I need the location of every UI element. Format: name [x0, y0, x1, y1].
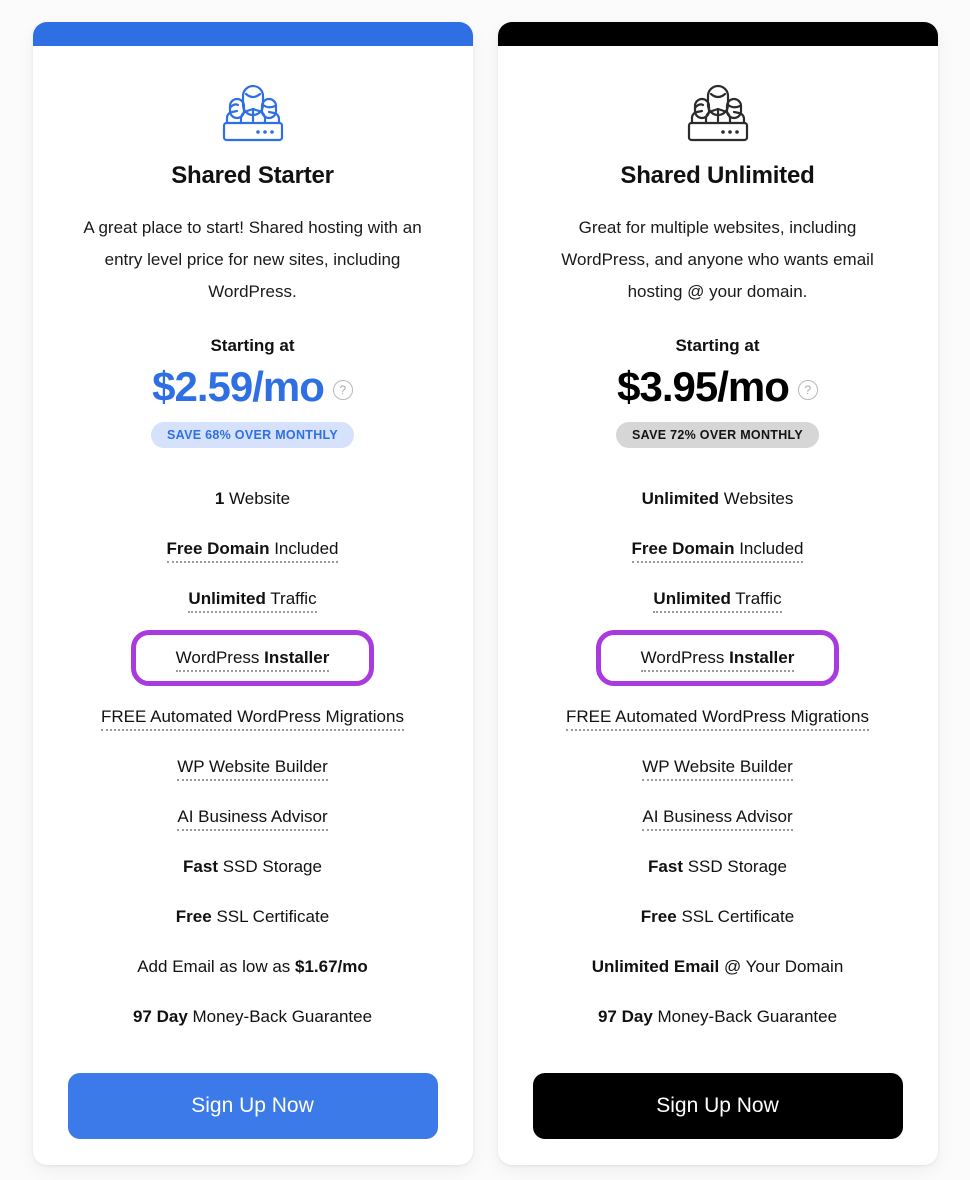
card-body: Shared Unlimited Great for multiple webs…	[498, 46, 938, 1165]
feature-row: Free SSL Certificate	[641, 892, 794, 942]
feature-row: Unlimited Traffic	[188, 574, 317, 624]
price-row: $2.59/mo ?	[152, 366, 353, 408]
feature-row: FREE Automated WordPress Migrations	[566, 692, 869, 742]
feature-row: Free Domain Included	[166, 524, 339, 574]
feature-list: 1 Website Free Domain Included Unlimited T…	[61, 474, 445, 1042]
feature-emphasis: Free	[175, 907, 212, 926]
plan-description: A great place to start! Shared hosting w…	[83, 218, 422, 301]
feature-emphasis: Fast	[183, 857, 218, 876]
feature-emphasis: Installer	[264, 648, 330, 667]
feature-text: SSL Certificate	[676, 907, 795, 926]
feature-emphasis: Free Domain	[631, 539, 735, 558]
feature-text: Included	[734, 539, 804, 558]
card-body: Shared Starter A great place to start! S…	[33, 46, 473, 1165]
feature-text: AI Business Advisor	[642, 807, 793, 826]
feature-lead: WordPress	[175, 648, 265, 667]
feature-underline: AI Business Advisor	[177, 807, 328, 831]
sign-up-button[interactable]: Sign Up Now	[67, 1073, 438, 1139]
plan-card-0: Shared Starter A great place to start! S…	[32, 22, 473, 1165]
card-accent-strip	[32, 22, 473, 46]
feature-text: SSD Storage	[218, 857, 322, 876]
feature-text: FREE Automated WordPress Migrations	[566, 707, 869, 726]
feature-row: 97 Day Money-Back Guarantee	[598, 992, 837, 1042]
feature-underline: Unlimited Traffic	[653, 589, 782, 613]
feature-row: Unlimited Traffic	[653, 574, 782, 624]
feature-emphasis: Free Domain	[166, 539, 270, 558]
feature-row-highlighted[interactable]: WordPress Installer	[130, 630, 375, 686]
pricing-cards-container: Shared Starter A great place to start! S…	[0, 0, 970, 1180]
feature-emphasis: Unlimited	[641, 489, 720, 508]
feature-text: @ Your Domain	[719, 957, 844, 976]
feature-underline: Free Domain Included	[166, 539, 339, 563]
feature-text: Website	[224, 489, 291, 508]
feature-row: AI Business Advisor	[177, 792, 328, 842]
feature-row: 97 Day Money-Back Guarantee	[133, 992, 372, 1042]
price-help-icon[interactable]: ?	[797, 380, 818, 400]
starting-at-label: Starting at	[675, 336, 760, 355]
feature-row: WP Website Builder	[177, 742, 328, 792]
feature-underline: AI Business Advisor	[642, 807, 793, 831]
plan-card-1: Shared Unlimited Great for multiple webs…	[497, 22, 938, 1165]
feature-text: FREE Automated WordPress Migrations	[101, 707, 404, 726]
feature-emphasis: Free	[640, 907, 677, 926]
feature-emphasis: 1	[214, 489, 225, 508]
feature-text: WP Website Builder	[177, 757, 328, 776]
feature-underline: WP Website Builder	[177, 757, 328, 781]
feature-text: Traffic	[265, 589, 317, 608]
feature-text: Traffic	[730, 589, 782, 608]
card-accent-strip	[497, 22, 938, 46]
savings-badge: SAVE 72% OVER MONTHLY	[616, 422, 819, 448]
team-panel-icon	[216, 80, 290, 144]
feature-emphasis: Unlimited Email	[591, 957, 720, 976]
savings-badge: SAVE 68% OVER MONTHLY	[151, 422, 354, 448]
feature-emphasis: Unlimited	[188, 589, 266, 608]
starting-at-label: Starting at	[210, 336, 295, 355]
feature-emphasis: 97 Day	[597, 1007, 653, 1026]
price-help-icon[interactable]: ?	[332, 380, 353, 400]
price-amount: $3.95/mo	[617, 363, 790, 410]
feature-row: Free SSL Certificate	[176, 892, 329, 942]
feature-emphasis: 97 Day	[132, 1007, 188, 1026]
feature-row: Free Domain Included	[631, 524, 804, 574]
feature-text: SSD Storage	[683, 857, 787, 876]
feature-underline: Unlimited Traffic	[188, 589, 317, 613]
feature-text: Money-Back Guarantee	[187, 1007, 373, 1026]
feature-row: WP Website Builder	[642, 742, 793, 792]
team-panel-icon	[681, 80, 755, 144]
feature-emphasis: Installer	[729, 648, 795, 667]
plan-title: Shared Unlimited	[620, 162, 815, 189]
price-amount: $2.59/mo	[152, 363, 325, 410]
feature-emphasis: Unlimited	[653, 589, 731, 608]
sign-up-button[interactable]: Sign Up Now	[532, 1073, 903, 1139]
feature-underline: FREE Automated WordPress Migrations	[101, 707, 404, 731]
feature-text: Websites	[719, 489, 794, 508]
feature-row: Add Email as low as $1.67/mo	[137, 942, 368, 992]
feature-text: Money-Back Guarantee	[652, 1007, 838, 1026]
feature-underline: WordPress Installer	[640, 648, 795, 672]
feature-emphasis: $1.67/mo	[295, 957, 368, 976]
feature-row-highlighted[interactable]: WordPress Installer	[595, 630, 840, 686]
feature-text: WP Website Builder	[642, 757, 793, 776]
feature-underline: Free Domain Included	[631, 539, 804, 563]
feature-lead: WordPress	[640, 648, 730, 667]
feature-underline: WP Website Builder	[642, 757, 793, 781]
price-row: $3.95/mo ?	[617, 366, 818, 408]
feature-emphasis: Fast	[648, 857, 683, 876]
plan-title: Shared Starter	[171, 162, 334, 189]
feature-text: SSL Certificate	[211, 907, 330, 926]
feature-row: Unlimited Websites	[642, 474, 794, 524]
feature-row: Unlimited Email @ Your Domain	[592, 942, 844, 992]
feature-row: Fast SSD Storage	[648, 842, 787, 892]
plan-description: Great for multiple websites, including W…	[561, 218, 874, 301]
feature-row: AI Business Advisor	[642, 792, 793, 842]
feature-row: Fast SSD Storage	[183, 842, 322, 892]
feature-lead: Add Email as low as	[137, 957, 296, 976]
feature-underline: WordPress Installer	[175, 648, 330, 672]
feature-underline: FREE Automated WordPress Migrations	[566, 707, 869, 731]
feature-row: FREE Automated WordPress Migrations	[101, 692, 404, 742]
feature-text: AI Business Advisor	[177, 807, 328, 826]
feature-list: Unlimited Websites Free Domain Included Un…	[526, 474, 910, 1042]
feature-text: Included	[269, 539, 339, 558]
feature-row: 1 Website	[215, 474, 290, 524]
